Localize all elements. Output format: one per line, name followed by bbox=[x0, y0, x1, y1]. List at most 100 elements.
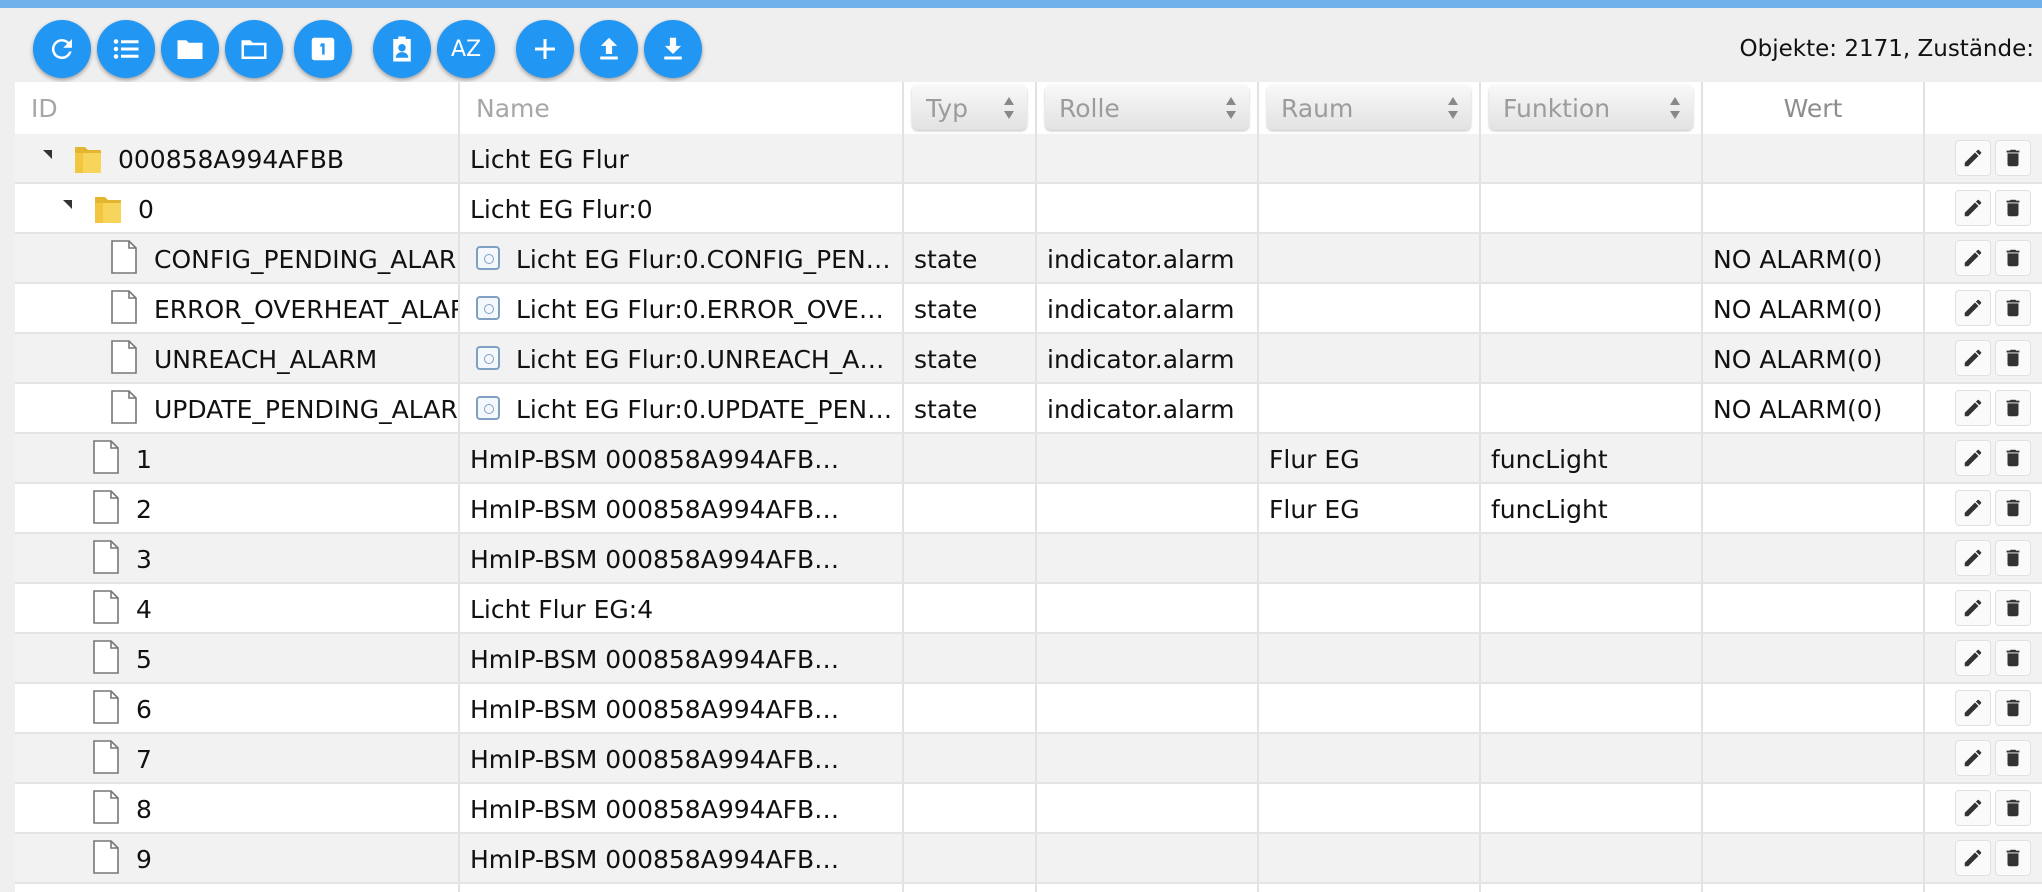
table-row[interactable]: UNREACH_ALARM Licht EG Flur:0.UNREACH_ALA… bbox=[15, 334, 2042, 384]
expand-toggle-icon[interactable] bbox=[43, 150, 52, 159]
delete-button[interactable] bbox=[1995, 690, 2031, 726]
roles-button[interactable] bbox=[373, 20, 431, 78]
refresh-icon bbox=[51, 39, 72, 60]
delete-button[interactable] bbox=[1995, 840, 2031, 876]
actions-cell bbox=[1925, 834, 2042, 882]
rolle-filter-select[interactable]: Rolle bbox=[1045, 85, 1249, 130]
edit-button[interactable] bbox=[1955, 140, 1991, 176]
wert-cell[interactable] bbox=[1703, 434, 1925, 482]
wert-cell[interactable] bbox=[1703, 134, 1925, 182]
table-row[interactable]: UPDATE_PENDING_ALARM Licht EG Flur:0.UPDA… bbox=[15, 384, 2042, 434]
edit-button[interactable] bbox=[1955, 640, 1991, 676]
wert-cell[interactable] bbox=[1703, 884, 1925, 892]
wert-cell[interactable]: NO ALARM(0) bbox=[1703, 334, 1925, 382]
col-header-wert[interactable]: Wert bbox=[1703, 82, 1925, 134]
edit-button[interactable] bbox=[1955, 840, 1991, 876]
edit-button[interactable] bbox=[1955, 240, 1991, 276]
delete-button[interactable] bbox=[1995, 790, 2031, 826]
table-row[interactable]: 2 HmIP-BSM 000858A994AFBB:2 Flur EG funcLig… bbox=[15, 484, 2042, 534]
delete-button[interactable] bbox=[1995, 240, 2031, 276]
expand-toggle-icon[interactable] bbox=[63, 200, 72, 209]
delete-button[interactable] bbox=[1995, 290, 2031, 326]
trash-icon bbox=[2006, 599, 2020, 617]
list-view-button[interactable] bbox=[97, 20, 155, 78]
delete-button[interactable] bbox=[1995, 490, 2031, 526]
edit-button[interactable] bbox=[1955, 790, 1991, 826]
col-header-id[interactable]: ID bbox=[15, 82, 460, 134]
wert-cell[interactable] bbox=[1703, 784, 1925, 832]
edit-button[interactable] bbox=[1955, 440, 1991, 476]
edit-button[interactable] bbox=[1955, 690, 1991, 726]
raum-cell bbox=[1259, 734, 1481, 782]
download-button[interactable] bbox=[644, 20, 702, 78]
wert-cell[interactable] bbox=[1703, 734, 1925, 782]
pencil-icon bbox=[1964, 449, 1982, 467]
trash-icon bbox=[2006, 349, 2020, 367]
name-cell: Licht EG Flur bbox=[460, 134, 904, 182]
delete-button[interactable] bbox=[1995, 540, 2031, 576]
delete-button[interactable] bbox=[1995, 390, 2031, 426]
edit-button[interactable] bbox=[1955, 340, 1991, 376]
table-row[interactable]: 5 HmIP-BSM 000858A994AFBB:5 bbox=[15, 634, 2042, 684]
wert-cell[interactable] bbox=[1703, 484, 1925, 532]
col-header-name[interactable]: Name bbox=[460, 82, 904, 134]
table-row[interactable]: 6 HmIP-BSM 000858A994AFBB:6 bbox=[15, 684, 2042, 734]
delete-button[interactable] bbox=[1995, 740, 2031, 776]
table-row[interactable]: 0 Licht EG Flur:0 bbox=[15, 184, 2042, 234]
delete-button[interactable] bbox=[1995, 440, 2031, 476]
edit-button[interactable] bbox=[1955, 190, 1991, 226]
pencil-icon bbox=[1964, 849, 1982, 867]
funktion-cell bbox=[1481, 384, 1703, 432]
funktion-filter-select[interactable]: Funktion bbox=[1489, 85, 1693, 130]
wert-cell[interactable] bbox=[1703, 184, 1925, 232]
delete-button[interactable] bbox=[1995, 140, 2031, 176]
wert-cell[interactable]: NO ALARM(0) bbox=[1703, 384, 1925, 432]
state-icon bbox=[476, 296, 500, 320]
edit-button[interactable] bbox=[1955, 740, 1991, 776]
edit-button[interactable] bbox=[1955, 490, 1991, 526]
wert-cell[interactable]: NO ALARM(0) bbox=[1703, 234, 1925, 282]
table-row[interactable]: 000858A994AFBB Licht EG Flur bbox=[15, 134, 2042, 184]
refresh-button[interactable] bbox=[33, 20, 91, 78]
delete-button[interactable] bbox=[1995, 640, 2031, 676]
folder-open-button[interactable] bbox=[225, 20, 283, 78]
table-row[interactable]: 4 Licht Flur EG:4 bbox=[15, 584, 2042, 634]
sort-button[interactable]: AZ bbox=[437, 20, 495, 78]
badge-icon bbox=[393, 36, 411, 62]
table-row[interactable]: 9 HmIP-BSM 000858A994AFBB:9 bbox=[15, 834, 2042, 884]
edit-button[interactable] bbox=[1955, 540, 1991, 576]
table-row[interactable] bbox=[15, 884, 2042, 892]
rolle-cell bbox=[1037, 434, 1259, 482]
raum-cell bbox=[1259, 784, 1481, 832]
table-row[interactable]: 7 HmIP-BSM 000858A994AFBB:7 bbox=[15, 734, 2042, 784]
table-row[interactable]: CONFIG_PENDING_ALARM Licht EG Flur:0.CONF… bbox=[15, 234, 2042, 284]
edit-button[interactable] bbox=[1955, 590, 1991, 626]
single-view-button[interactable] bbox=[294, 20, 352, 78]
table-row[interactable]: ERROR_OVERHEAT_ALARM Licht EG Flur:0.ERRO… bbox=[15, 284, 2042, 334]
wert-cell[interactable]: NO ALARM(0) bbox=[1703, 284, 1925, 332]
table-header: ID Name Typ Rolle Raum Funktion Wert bbox=[15, 82, 2042, 134]
wert-cell[interactable] bbox=[1703, 634, 1925, 682]
wert-cell[interactable] bbox=[1703, 534, 1925, 582]
folder-view-button[interactable] bbox=[161, 20, 219, 78]
edit-button[interactable] bbox=[1955, 390, 1991, 426]
table-row[interactable]: 8 HmIP-BSM 000858A994AFBB:8 bbox=[15, 784, 2042, 834]
delete-button[interactable] bbox=[1995, 190, 2031, 226]
wert-cell[interactable] bbox=[1703, 584, 1925, 632]
delete-button[interactable] bbox=[1995, 340, 2031, 376]
wert-cell[interactable] bbox=[1703, 684, 1925, 732]
object-id: UPDATE_PENDING_ALARM bbox=[154, 395, 460, 424]
rolle-cell bbox=[1037, 884, 1259, 892]
pencil-icon bbox=[1964, 399, 1982, 417]
wert-cell[interactable] bbox=[1703, 834, 1925, 882]
table-row[interactable]: 1 HmIP-BSM 000858A994AFBB:1 Flur EG funcLig… bbox=[15, 434, 2042, 484]
actions-cell bbox=[1925, 284, 2042, 332]
upload-button[interactable] bbox=[580, 20, 638, 78]
typ-filter-select[interactable]: Typ bbox=[912, 85, 1027, 130]
edit-button[interactable] bbox=[1955, 290, 1991, 326]
add-button[interactable] bbox=[516, 20, 574, 78]
object-name: HmIP-BSM 000858A994AFBB:2 bbox=[470, 495, 850, 524]
raum-filter-select[interactable]: Raum bbox=[1267, 85, 1471, 130]
delete-button[interactable] bbox=[1995, 590, 2031, 626]
table-row[interactable]: 3 HmIP-BSM 000858A994AFBB:3 bbox=[15, 534, 2042, 584]
